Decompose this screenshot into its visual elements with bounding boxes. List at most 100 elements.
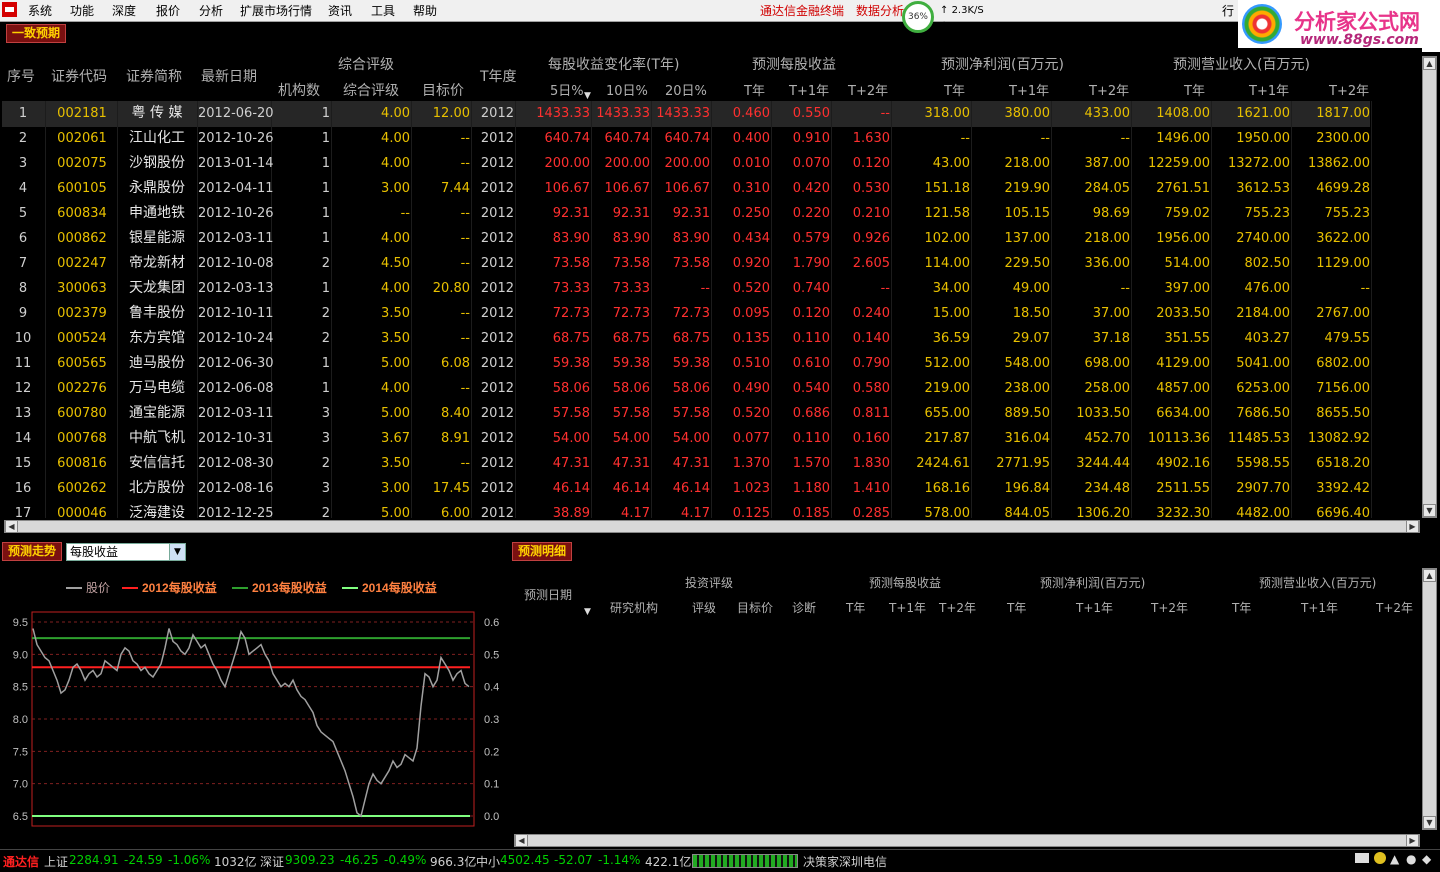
cell-org-count: 1 — [321, 181, 330, 196]
detail-col-rev-t2[interactable]: T+2年 — [1376, 599, 1413, 616]
cell-eps-t1: 0.579 — [792, 231, 830, 246]
pin-icon[interactable]: ● — [1406, 852, 1416, 866]
mail-icon[interactable] — [1355, 853, 1369, 863]
coin-icon[interactable] — [1374, 852, 1386, 864]
table-row[interactable]: 9 002379 鲁丰股份 2012-10-11 2 3.50 -- 2012 72.73 72.… — [0, 301, 1370, 326]
scroll-left-icon[interactable]: ◀ — [5, 520, 18, 533]
scroll-up-icon[interactable]: ▲ — [1423, 57, 1436, 70]
cell-target: 7.44 — [441, 181, 470, 196]
zx-value[interactable]: 4502.45 — [500, 853, 550, 867]
menu-quote[interactable]: 报价 — [156, 2, 180, 19]
detail-col-diag[interactable]: 诊断 — [792, 599, 816, 616]
col-target[interactable]: 目标价 — [422, 80, 464, 100]
table-row[interactable]: 10 000524 东方宾馆 2012-10-24 2 3.50 -- 2012 68.75 68… — [0, 326, 1370, 351]
table-row[interactable]: 8 300063 天龙集团 2012-03-13 1 4.00 20.80 2012 73.33… — [0, 276, 1370, 301]
col-10d[interactable]: 10日% — [606, 80, 648, 99]
col-seq[interactable]: 序号 — [7, 66, 35, 86]
menu-tools[interactable]: 工具 — [371, 2, 395, 19]
detail-col-date[interactable]: 预测日期 — [524, 586, 572, 603]
menu-extended-market[interactable]: 扩展市场行情 — [240, 2, 312, 19]
terminal-link[interactable]: 通达信金融终端 — [760, 2, 844, 19]
table-row[interactable]: 17 000046 泛海建设 2012-12-25 2 5.00 6.00 2012 38.89… — [0, 501, 1370, 518]
col-rating[interactable]: 综合评级 — [343, 80, 399, 100]
col-org-count[interactable]: 机构数 — [278, 80, 320, 100]
table-row[interactable]: 2 002061 江山化工 2012-10-26 1 4.00 -- 2012 640.74 64… — [0, 126, 1370, 151]
detail-col-profit-t[interactable]: T年 — [1007, 599, 1026, 616]
main-vertical-scrollbar[interactable]: ▲ ▼ — [1422, 56, 1437, 518]
row-button[interactable]: 行 — [1222, 2, 1236, 18]
table-row[interactable]: 1 002181 粤 传 媒 2012-06-20 1 4.00 12.00 2012 1433… — [0, 101, 1370, 126]
main-horizontal-scrollbar[interactable]: ◀ ▶ — [4, 520, 1420, 533]
trend-tab[interactable]: 预测走势 — [2, 542, 63, 561]
table-row[interactable]: 6 000862 银星能源 2012-03-11 1 4.00 -- 2012 83.90 83.… — [0, 226, 1370, 251]
col-5d[interactable]: 5日% — [550, 80, 584, 99]
cell-chg-5d: 46.14 — [552, 481, 590, 496]
cell-eps-t: 0.095 — [732, 306, 770, 321]
col-profit-t[interactable]: T年 — [944, 80, 965, 99]
app-logo-icon[interactable] — [2, 2, 17, 17]
detail-vertical-scrollbar[interactable]: ▲ ▼ — [1422, 568, 1437, 830]
table-row[interactable]: 7 002247 帝龙新材 2012-10-08 2 4.50 -- 2012 73.58 73.… — [0, 251, 1370, 276]
col-eps-t2[interactable]: T+2年 — [848, 80, 888, 99]
menu-depth[interactable]: 深度 — [112, 2, 136, 19]
menu-analysis[interactable]: 分析 — [199, 2, 223, 19]
cell-eps-t1: 0.120 — [792, 306, 830, 321]
table-row[interactable]: 5 600834 申通地铁 2012-10-26 1 -- -- 2012 92.31 92.31… — [0, 201, 1370, 226]
menu-function[interactable]: 功能 — [70, 2, 94, 19]
detail-col-eps-t1[interactable]: T+1年 — [889, 599, 926, 616]
detail-col-rev-t[interactable]: T年 — [1232, 599, 1251, 616]
detail-col-profit-t1[interactable]: T+1年 — [1076, 599, 1113, 616]
col-year[interactable]: T年度 — [480, 66, 517, 86]
scroll-down-icon[interactable]: ▼ — [1423, 816, 1436, 829]
table-row[interactable]: 16 600262 北方股份 2012-08-16 3 3.00 17.45 2012 46.1… — [0, 476, 1370, 501]
col-date[interactable]: 最新日期 — [201, 66, 257, 86]
col-rev-t[interactable]: T年 — [1184, 80, 1205, 99]
metric-select[interactable]: 每股收益 ▼ — [66, 543, 186, 561]
table-row[interactable]: 4 600105 永鼎股份 2012-04-11 1 3.00 7.44 2012 106.67… — [0, 176, 1370, 201]
col-20d[interactable]: 20日% — [665, 80, 707, 99]
table-row[interactable]: 13 600780 通宝能源 2012-03-11 3 5.00 8.40 2012 57.58… — [0, 401, 1370, 426]
scroll-right-icon[interactable]: ▶ — [1406, 520, 1419, 533]
table-row[interactable]: 11 600565 迪马股份 2012-06-30 1 5.00 6.08 2012 59.38… — [0, 351, 1370, 376]
col-eps-t[interactable]: T年 — [744, 80, 765, 99]
sh-value[interactable]: 2284.91 — [69, 853, 119, 867]
chevron-down-icon[interactable]: ▼ — [169, 544, 185, 560]
detail-tab[interactable]: 预测明细 — [512, 542, 573, 561]
server-name[interactable]: 决策家深圳电信 — [803, 853, 887, 870]
cell-name: 粤 传 媒 — [131, 105, 183, 121]
scroll-left-icon[interactable]: ◀ — [515, 834, 528, 847]
menu-info[interactable]: 资讯 — [328, 2, 352, 19]
scroll-down-icon[interactable]: ▼ — [1423, 504, 1436, 517]
table-row[interactable]: 14 000768 中航飞机 2012-10-31 3 3.67 8.91 2012 54.00… — [0, 426, 1370, 451]
detail-col-profit-t2[interactable]: T+2年 — [1151, 599, 1188, 616]
detail-col-rating[interactable]: 评级 — [692, 599, 716, 616]
col-code[interactable]: 证券代码 — [51, 66, 107, 86]
menu-help[interactable]: 帮助 — [413, 2, 437, 19]
col-profit-t1[interactable]: T+1年 — [1009, 80, 1049, 99]
col-rev-t1[interactable]: T+1年 — [1249, 80, 1289, 99]
cell-profit-t2: 218.00 — [1084, 231, 1131, 246]
scroll-right-icon[interactable]: ▶ — [1406, 834, 1419, 847]
detail-col-target[interactable]: 目标价 — [737, 599, 773, 616]
scroll-up-icon[interactable]: ▲ — [1423, 569, 1436, 582]
cell-seq: 16 — [14, 481, 32, 496]
col-rev-t2[interactable]: T+2年 — [1329, 80, 1369, 99]
col-profit-t2[interactable]: T+2年 — [1089, 80, 1129, 99]
table-row[interactable]: 3 002075 沙钢股份 2013-01-14 1 4.00 -- 2012 200.00 20… — [0, 151, 1370, 176]
col-eps-t1[interactable]: T+1年 — [789, 80, 829, 99]
settings-icon[interactable]: ◆ — [1422, 852, 1431, 866]
detail-col-rev-t1[interactable]: T+1年 — [1301, 599, 1338, 616]
detail-col-eps-t2[interactable]: T+2年 — [939, 599, 976, 616]
table-row[interactable]: 15 600816 安信信托 2012-08-30 2 3.50 -- 2012 47.31 47… — [0, 451, 1370, 476]
table-row[interactable]: 12 002276 万马电缆 2012-06-08 1 4.00 -- 2012 58.06 58… — [0, 376, 1370, 401]
menu-system[interactable]: 系统 — [28, 2, 52, 19]
consensus-tab[interactable]: 一致预期 — [6, 24, 67, 43]
detail-col-eps-t[interactable]: T年 — [846, 599, 865, 616]
cell-chg-20d: 640.74 — [664, 131, 711, 146]
detail-horizontal-scrollbar[interactable]: ◀ ▶ — [514, 834, 1420, 847]
data-analysis-link[interactable]: 数据分析 — [856, 2, 904, 19]
sz-value[interactable]: 9309.23 — [285, 853, 335, 867]
arrow-up-icon[interactable]: ▲ — [1390, 852, 1399, 866]
detail-col-org[interactable]: 研究机构 — [610, 599, 658, 616]
col-name[interactable]: 证券简称 — [126, 66, 182, 86]
